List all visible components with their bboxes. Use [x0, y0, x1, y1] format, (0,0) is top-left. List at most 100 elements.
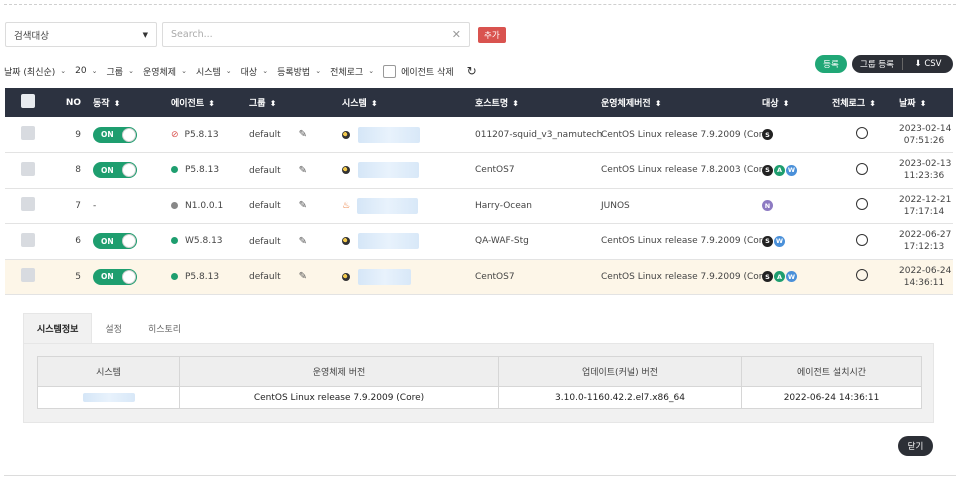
sort-icon[interactable]: ⬍ [371, 99, 378, 108]
search-target-select[interactable]: 검색대상 ▼ [5, 22, 157, 47]
detail-tab[interactable]: 시스템정보 [23, 313, 93, 343]
target-badge: N [762, 200, 773, 212]
row-checkbox[interactable] [21, 126, 35, 140]
filter-label: 그룹 [106, 67, 124, 78]
filter-dropdown[interactable]: 운영체제 ⌄ [143, 65, 187, 78]
filter-label: 시스템 [195, 67, 221, 78]
target-badge: S [762, 129, 773, 140]
close-icon[interactable]: ✕ [452, 28, 461, 41]
edit-icon[interactable]: ✎ [299, 165, 307, 176]
agent-version: P5.8.13 [185, 271, 220, 282]
status-dot-icon [171, 201, 178, 209]
table-row[interactable]: 8 ON P5.8.13 default ✎ CentOS7 CentOS Linux re… [5, 152, 953, 189]
column-header[interactable]: 전체로그 ⬍ [828, 88, 895, 117]
sort-icon[interactable]: ⬍ [114, 99, 121, 108]
toggle-label: ON [101, 236, 114, 246]
no-cell: 7 [51, 188, 89, 224]
status-toggle[interactable]: ON [93, 126, 137, 143]
table-row[interactable]: 9 ON ⊘ P5.8.13 default ✎ 011207-squid_v3_namut… [5, 117, 953, 153]
column-header-label: NO [65, 97, 81, 108]
column-header[interactable]: 운영체제버전 ⬍ [597, 88, 758, 117]
system-info-table: 시스템 운영체제 버전 업데이트(커널) 버전 에이전트 설치시간 CentOS Li… [37, 356, 922, 409]
sort-icon[interactable]: ⬍ [270, 99, 277, 108]
sort-icon[interactable]: ⬍ [655, 99, 662, 108]
column-header[interactable]: 그룹 ⬍ [245, 88, 338, 117]
filter-dropdown[interactable]: 20 ⌄ [75, 66, 97, 76]
no-cell: 5 [51, 259, 89, 295]
group-label: default [249, 201, 281, 212]
target-cell: S [758, 117, 828, 153]
row-checkbox[interactable] [21, 161, 35, 176]
edit-icon[interactable]: ✎ [299, 129, 307, 140]
agent-delete-filter[interactable]: 에이전트 삭제 [383, 64, 454, 78]
row-checkbox-cell [5, 117, 51, 153]
status-toggle[interactable]: ON [93, 162, 137, 179]
radio-circle-icon[interactable] [855, 269, 868, 282]
search-box[interactable]: ✕ [162, 22, 470, 47]
sort-icon[interactable]: ⬍ [920, 99, 927, 108]
column-header-label: 전체로그 [832, 99, 866, 109]
row-checkbox[interactable] [21, 268, 35, 283]
status-toggle[interactable]: ON [93, 268, 137, 285]
target-badge: W [786, 164, 797, 176]
filter-dropdown[interactable]: 전체로그 ⌄ [330, 65, 374, 78]
column-header[interactable]: 동작 ⬍ [89, 88, 167, 117]
radio-circle-icon[interactable] [855, 127, 868, 139]
register-button[interactable]: 등록 [815, 55, 847, 73]
column-header[interactable]: 시스템 ⬍ [338, 88, 471, 117]
filter-label: 날짜 (최신순) [4, 67, 56, 78]
csv-button[interactable]: ⬇ CSV [903, 59, 953, 69]
row-checkbox[interactable] [21, 197, 35, 212]
sort-icon[interactable]: ⬍ [512, 99, 519, 108]
status-dot-icon [171, 237, 178, 245]
column-header[interactable]: 대상 ⬍ [758, 88, 828, 117]
os-version-cell: JUNOS [597, 188, 758, 224]
edit-icon[interactable]: ✎ [299, 236, 307, 247]
sort-icon[interactable]: ⬍ [208, 99, 215, 108]
filter-dropdown[interactable]: 대상 ⌄ [241, 65, 268, 78]
filter-dropdown[interactable]: 그룹 ⌄ [107, 65, 134, 78]
search-input[interactable] [171, 29, 452, 40]
hostname-cell: 011207-squid_v3_namutech [471, 117, 602, 153]
radio-circle-icon[interactable] [855, 198, 868, 211]
detail-tab[interactable]: 히스토리 [135, 313, 194, 343]
group-register-button[interactable]: 그룹 등록 [852, 58, 902, 70]
agent-delete-label: 에이전트 삭제 [401, 67, 454, 78]
column-header[interactable]: 호스트명 ⬍ [471, 88, 597, 117]
status-toggle[interactable]: ON [93, 233, 137, 250]
full-log-cell [828, 152, 895, 189]
column-header-label: 그룹 [249, 99, 266, 109]
close-button[interactable]: 닫기 [898, 436, 933, 456]
chevron-down-icon: ⌄ [368, 67, 375, 75]
column-header[interactable]: 날짜 ⬍ [895, 88, 953, 117]
bottom-divider [4, 475, 956, 476]
select-all-checkbox[interactable] [21, 94, 35, 108]
sort-icon[interactable]: ⬍ [783, 99, 790, 108]
row-checkbox[interactable] [21, 232, 35, 247]
radio-circle-icon[interactable] [855, 162, 868, 175]
linux-icon [342, 166, 350, 175]
row-checkbox-cell [5, 223, 51, 260]
sort-icon[interactable]: ⬍ [869, 99, 876, 108]
column-header[interactable]: NO [51, 88, 89, 117]
no-cell: 8 [51, 152, 89, 189]
edit-icon[interactable]: ✎ [299, 271, 307, 282]
agent-cell: W5.8.13 [167, 223, 245, 260]
radio-circle-icon[interactable] [855, 233, 868, 246]
edit-icon[interactable]: ✎ [299, 200, 307, 211]
top-divider [4, 4, 956, 5]
status-dot-icon [171, 166, 178, 174]
date-day: 2022-12-21 [899, 194, 952, 205]
refresh-icon[interactable]: ↻ [467, 64, 477, 78]
column-header[interactable]: 에이전트 ⬍ [167, 88, 245, 117]
full-log-cell [828, 259, 895, 295]
add-button[interactable]: 추가 [478, 27, 506, 43]
filter-dropdown[interactable]: 시스템 ⌄ [196, 65, 232, 78]
table-row[interactable]: 6 ON W5.8.13 default ✎ QA-WAF-Stg CentOS Linux… [5, 223, 953, 260]
table-row[interactable]: 5 ON P5.8.13 default ✎ CentOS7 CentOS Linux re… [5, 259, 953, 295]
filter-dropdown[interactable]: 등록방법 ⌄ [277, 65, 321, 78]
checkbox[interactable] [383, 64, 397, 78]
table-row[interactable]: 7- N1.0.0.1 default ✎ ♨ Harry-Ocean JUNOS N 2022… [5, 188, 953, 224]
detail-tab[interactable]: 설정 [92, 313, 135, 343]
filter-dropdown[interactable]: 날짜 (최신순) ⌄ [4, 65, 66, 78]
